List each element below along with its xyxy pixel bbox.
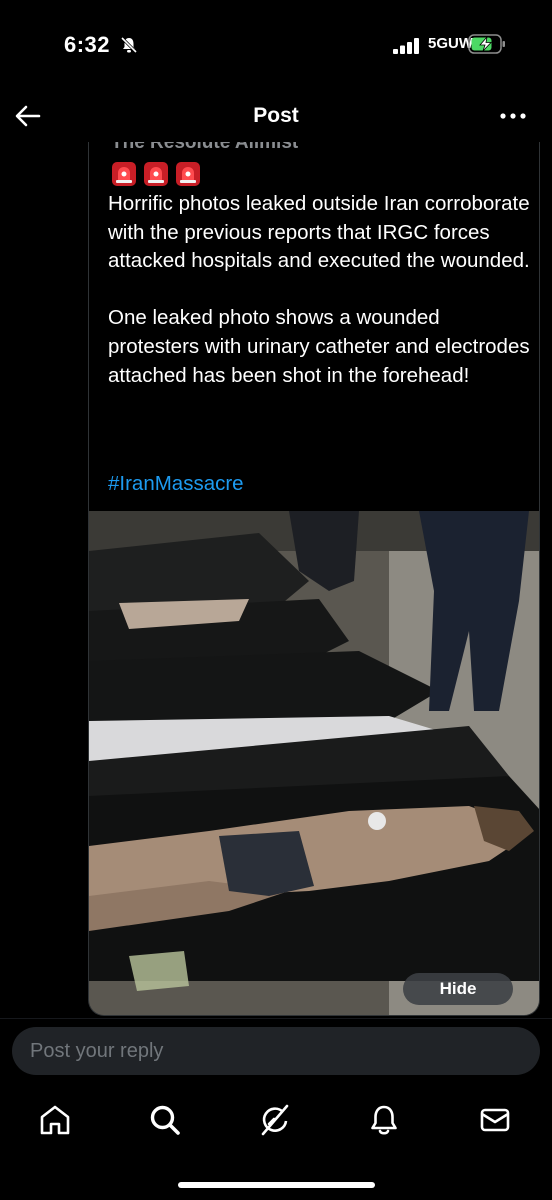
- grok-icon[interactable]: [257, 1102, 293, 1138]
- emoji-row: [111, 160, 201, 190]
- hide-media-button[interactable]: Hide: [403, 973, 513, 1005]
- hashtag-link[interactable]: #IranMassacre: [108, 472, 244, 496]
- reply-input[interactable]: [12, 1027, 540, 1075]
- post-media-image[interactable]: Hide: [89, 511, 539, 1015]
- media-photo: [89, 511, 539, 1015]
- page-title: Post: [253, 104, 299, 127]
- home-indicator[interactable]: [178, 1182, 375, 1188]
- network-label: 5GUW: [428, 35, 473, 52]
- post-screen: 6:32 5GUW Post The Resolute Alimist Horr…: [0, 0, 552, 1200]
- messages-icon[interactable]: [477, 1102, 513, 1138]
- battery-charging-icon: [468, 34, 505, 54]
- notifications-icon[interactable]: [366, 1102, 402, 1138]
- home-icon[interactable]: [37, 1102, 73, 1138]
- signal-icon: [393, 38, 419, 54]
- search-icon[interactable]: [147, 1102, 183, 1138]
- reply-divider: [0, 1018, 552, 1019]
- mute-icon: [120, 36, 138, 54]
- more-icon[interactable]: [498, 102, 528, 130]
- status-time: 6:32: [64, 32, 111, 57]
- post-header: Post: [0, 92, 552, 140]
- post-body-text: Horrific photos leaked outside Iran corr…: [108, 192, 530, 387]
- quoted-post-author: The Resolute Alimist: [111, 142, 299, 153]
- siren-icon: [112, 162, 136, 186]
- siren-icon: [144, 162, 168, 186]
- status-bar: 6:32 5GUW: [0, 0, 552, 92]
- siren-icon: [176, 162, 200, 186]
- quoted-post-card[interactable]: The Resolute Alimist Horrific photos lea…: [88, 142, 540, 1016]
- bottom-nav: [0, 1090, 552, 1150]
